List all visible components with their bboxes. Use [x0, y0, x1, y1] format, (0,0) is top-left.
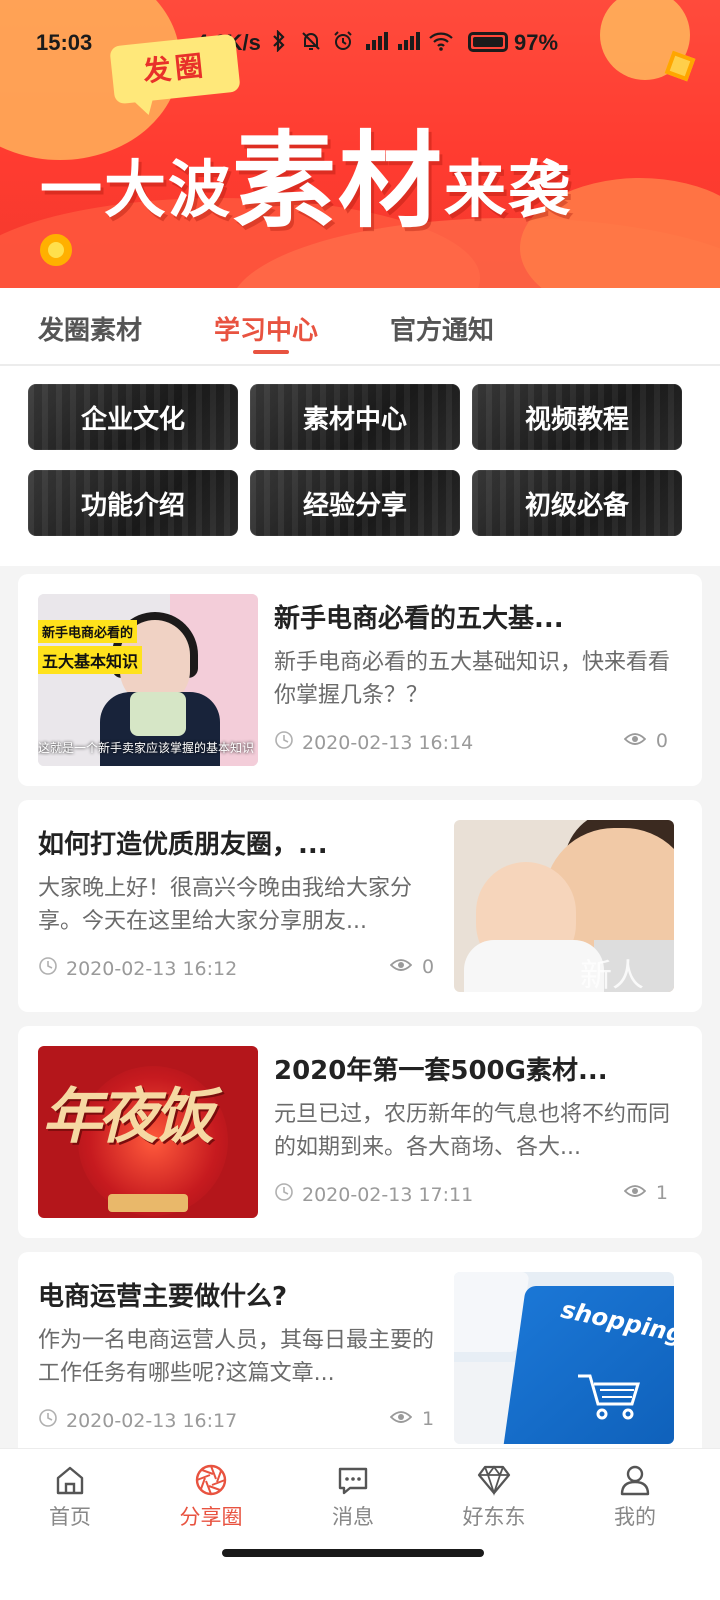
diamond-icon — [434, 1463, 554, 1497]
article-date-row: 2020-02-13 16:17 — [38, 1408, 237, 1433]
signal-hd-icon — [364, 30, 388, 52]
eye-icon — [623, 1182, 647, 1204]
thumbnail-subtitle: 这就是一个新手卖家应该掌握的基本知识 — [38, 741, 255, 755]
article-card[interactable]: 如何打造优质朋友圈，... 大家晚上好！很高兴今晚由我给大家分享。今天在这里给大… — [18, 800, 702, 1012]
clock-icon — [38, 1408, 58, 1433]
article-title: 新手电商必看的五大基... — [274, 604, 564, 634]
category-corporate-culture[interactable]: 企业文化 — [28, 384, 238, 450]
article-thumbnail: shopping — [454, 1272, 674, 1444]
article-view-count: 0 — [655, 730, 668, 752]
banner-headline-part: 一大波 — [40, 153, 233, 226]
nav-mine[interactable]: 我的 — [575, 1463, 695, 1531]
battery-percent: 97% — [514, 30, 559, 55]
article-view-count: 1 — [422, 1408, 435, 1430]
status-bar: 15:03 4.0K/s — [0, 0, 720, 80]
article-date-row: 2020-02-13 16:14 — [274, 730, 473, 755]
category-label: 企业文化 — [80, 404, 185, 435]
article-views: 1 — [623, 1182, 668, 1204]
article-card[interactable]: 电商运营主要做什么? 作为一名电商运营人员，其每日最主要的工作任务有哪些呢?这篇… — [18, 1252, 702, 1464]
article-summary: 大家晚上好！很高兴今晚由我给大家分享。今天在这里给大家分享朋友... — [38, 876, 413, 934]
home-icon — [10, 1463, 130, 1497]
aperture-icon — [151, 1463, 271, 1497]
category-label: 初级必备 — [524, 490, 629, 521]
article-card[interactable]: 年夜饭 2020年第一套500G素材... 元旦已过，农历新年的气息也将不约而同… — [18, 1026, 702, 1238]
article-views: 0 — [623, 730, 668, 752]
category-experience-sharing[interactable]: 经验分享 — [250, 470, 460, 536]
nav-label: 我的 — [614, 1505, 656, 1529]
bluetooth-icon — [268, 29, 290, 53]
category-beginner-essentials[interactable]: 初级必备 — [472, 470, 682, 536]
chat-icon — [293, 1463, 413, 1497]
clock-icon — [274, 1182, 294, 1207]
article-views: 0 — [389, 956, 435, 978]
clock-icon — [274, 730, 294, 755]
banner-headline-part: 来袭 — [444, 153, 573, 226]
article-summary: 元旦已过，农历新年的气息也将不约而同的如期到来。各大商场、各大... — [274, 1102, 671, 1160]
article-thumbnail: 新人 — [454, 820, 674, 992]
article-view-count: 1 — [655, 1182, 668, 1204]
clock-icon — [38, 956, 58, 981]
tab-learning-center[interactable]: 学习中心 — [214, 310, 318, 347]
category-label: 经验分享 — [302, 490, 407, 521]
category-material-center[interactable]: 素材中心 — [250, 384, 460, 450]
banner-headline: 一大波素材来袭 — [40, 96, 572, 247]
tab-bar: 发圈素材 学习中心 官方通知 — [0, 288, 720, 366]
nav-label: 消息 — [332, 1505, 374, 1529]
nav-good-stuff[interactable]: 好东东 — [434, 1463, 554, 1531]
promo-banner[interactable]: 15:03 4.0K/s — [0, 0, 720, 288]
category-label: 素材中心 — [302, 404, 407, 435]
eye-icon — [389, 956, 413, 978]
article-view-count: 0 — [422, 956, 435, 978]
article-date: 2020-02-13 16:17 — [66, 1409, 238, 1432]
article-thumbnail: 新手电商必看的 五大基本知识 这就是一个新手卖家应该掌握的基本知识 — [38, 594, 258, 766]
person-icon — [575, 1463, 695, 1497]
category-grid: 企业文化 素材中心 视频教程 功能介绍 经验分享 初级必备 — [0, 366, 720, 566]
article-thumbnail: 年夜饭 — [38, 1046, 258, 1218]
nav-messages[interactable]: 消息 — [293, 1463, 413, 1531]
eye-icon — [623, 730, 647, 752]
tab-official-notice[interactable]: 官方通知 — [390, 310, 494, 347]
bell-off-icon — [300, 30, 322, 52]
thumbnail-caption: 新手电商必看的 — [38, 620, 138, 643]
status-time: 15:03 — [36, 30, 93, 55]
battery-icon — [468, 32, 508, 52]
nav-label: 好东东 — [462, 1505, 526, 1529]
nav-share-circle[interactable]: 分享圈 — [151, 1463, 271, 1531]
article-date: 2020-02-13 17:11 — [302, 1183, 474, 1206]
article-title: 2020年第一套500G素材... — [274, 1056, 608, 1086]
category-label: 视频教程 — [524, 404, 629, 435]
article-card[interactable]: 新手电商必看的 五大基本知识 这就是一个新手卖家应该掌握的基本知识 新手电商必看… — [18, 574, 702, 786]
shopping-cart-icon — [574, 1370, 644, 1428]
alarm-icon — [332, 30, 354, 52]
article-date: 2020-02-13 16:14 — [302, 731, 474, 754]
tab-materials[interactable]: 发圈素材 — [38, 310, 142, 347]
nav-label: 分享圈 — [179, 1505, 243, 1529]
thumbnail-caption: 新人 — [580, 956, 645, 992]
article-date: 2020-02-13 16:12 — [66, 957, 238, 980]
nav-home[interactable]: 首页 — [10, 1463, 130, 1531]
category-label: 功能介绍 — [80, 490, 185, 521]
article-summary: 作为一名电商运营人员，其每日最主要的工作任务有哪些呢?这篇文章... — [38, 1328, 435, 1386]
bottom-nav: 首页 分享圈 消息 好东东 我的 — [0, 1448, 720, 1600]
article-views: 1 — [389, 1408, 435, 1430]
category-video-tutorial[interactable]: 视频教程 — [472, 384, 682, 450]
nav-label: 首页 — [49, 1505, 91, 1529]
article-date-row: 2020-02-13 17:11 — [274, 1182, 473, 1207]
home-indicator[interactable] — [222, 1549, 484, 1557]
status-icons — [268, 29, 453, 53]
banner-headline-part: 素材 — [232, 120, 445, 242]
category-feature-intro[interactable]: 功能介绍 — [28, 470, 238, 536]
eye-icon — [389, 1408, 413, 1430]
signal-hd-icon — [396, 30, 420, 52]
article-date-row: 2020-02-13 16:12 — [38, 956, 237, 981]
article-title: 如何打造优质朋友圈，... — [38, 830, 328, 860]
article-summary: 新手电商必看的五大基础知识，快来看看你掌握几条？？ — [274, 650, 671, 708]
app-screen: 15:03 4.0K/s — [0, 0, 720, 1600]
wifi-icon — [428, 30, 453, 52]
article-title: 电商运营主要做什么? — [38, 1282, 288, 1312]
thumbnail-caption: 五大基本知识 — [38, 646, 143, 674]
thumbnail-caption: 年夜饭 — [42, 1082, 214, 1152]
banner-tag: 发圈 — [109, 33, 241, 105]
tab-active-indicator — [253, 350, 289, 354]
